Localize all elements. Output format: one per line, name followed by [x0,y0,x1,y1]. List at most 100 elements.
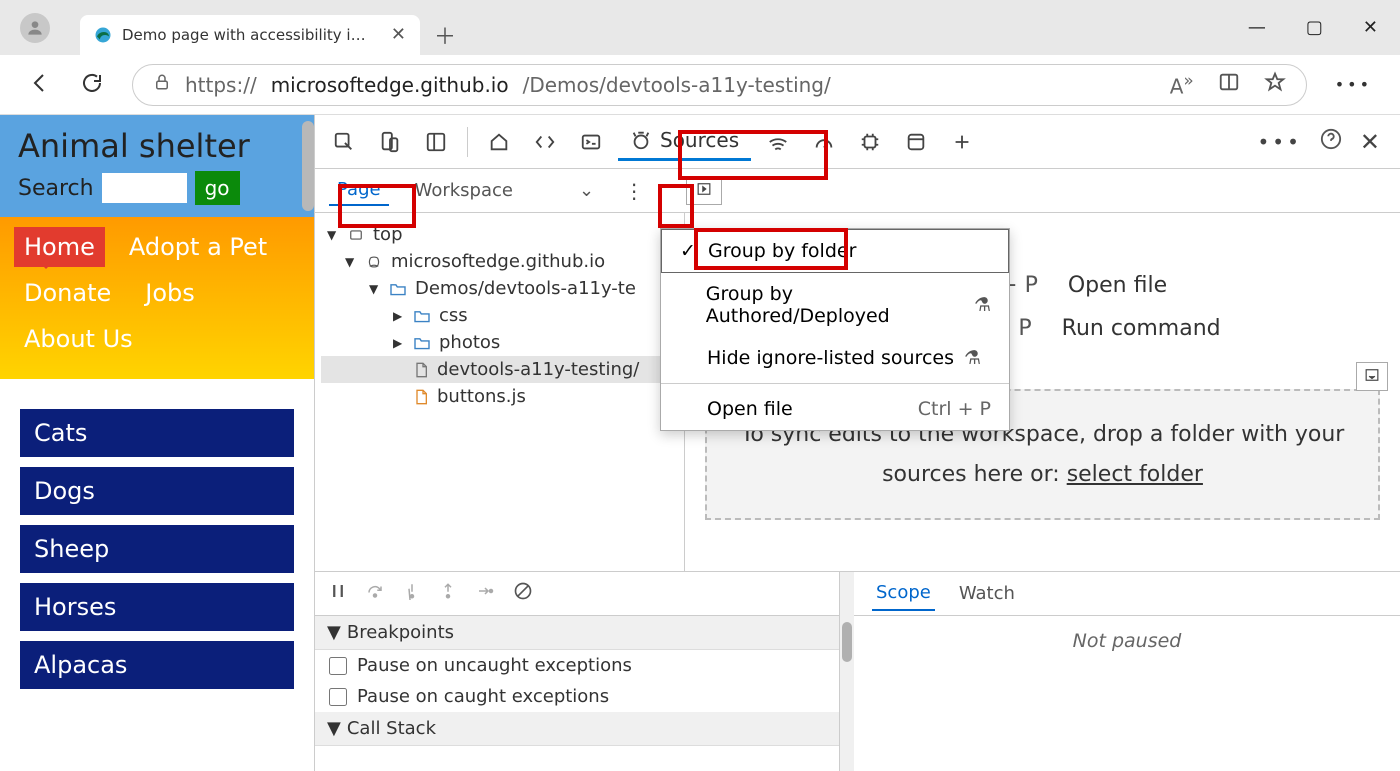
more-options-icon[interactable]: ⋮ [620,175,648,207]
page-tab[interactable]: Page [329,175,389,206]
step-into-icon[interactable] [403,582,421,605]
sources-tab-label: Sources [660,128,739,152]
network-tab-icon[interactable] [759,123,797,161]
tree-top[interactable]: ▼top [321,221,678,248]
lock-icon [153,72,171,97]
ctx-open-file[interactable]: Open fileCtrl + P [661,388,1009,430]
maximize-button[interactable]: ▢ [1306,17,1323,38]
tree-css[interactable]: ▶css [321,302,678,329]
ctx-hide-ignore[interactable]: Hide ignore-listed sources ⚗ [661,337,1009,379]
scrollbar[interactable] [840,572,854,771]
file-tree: ▼top ▼microsoftedge.github.io ▼Demos/dev… [315,213,685,571]
pause-icon[interactable] [329,582,347,605]
debugger-panel: ▼Breakpoints Pause on uncaught exception… [315,571,1400,771]
welcome-tab-icon[interactable] [480,123,518,161]
go-button[interactable]: go [195,171,240,205]
list-item[interactable]: Cats [20,409,294,457]
search-label: Search [18,176,94,201]
deactivate-breakpoints-icon[interactable] [513,581,533,606]
favorite-icon[interactable] [1264,71,1286,98]
site-nav: Home Adopt a Pet Donate Jobs About Us [0,217,314,379]
tree-host[interactable]: ▼microsoftedge.github.io [321,248,678,275]
context-menu: ✓Group by folder Group by Authored/Deplo… [660,228,1010,431]
address-bar[interactable]: https:// microsoftedge.github.io/Demos/de… [132,64,1307,106]
nav-adopt[interactable]: Adopt a Pet [119,227,277,267]
memory-tab-icon[interactable] [851,123,889,161]
tab-close-icon[interactable]: ✕ [391,24,406,45]
elements-tab-icon[interactable] [526,123,564,161]
sources-tab[interactable]: Sources [618,122,751,161]
read-aloud-icon[interactable]: A» [1170,71,1194,99]
page-content: Animal shelter Search go Home Adopt a Pe… [0,115,315,771]
tree-js-file[interactable]: ▶buttons.js [321,383,678,410]
tree-demos[interactable]: ▼Demos/devtools-a11y-te [321,275,678,302]
nav-about[interactable]: About Us [14,319,143,359]
pause-caught-checkbox[interactable]: Pause on caught exceptions [315,681,839,712]
debugger-right: Scope Watch Not paused [854,572,1400,771]
url-path: /Demos/devtools-a11y-testing/ [523,73,831,97]
device-toggle-icon[interactable] [371,123,409,161]
inspect-icon[interactable] [325,123,363,161]
list-item[interactable]: Alpacas [20,641,294,689]
minimize-button[interactable]: — [1248,17,1266,38]
step-out-icon[interactable] [439,582,457,605]
flask-icon: ⚗ [964,347,981,369]
list-item[interactable]: Horses [20,583,294,631]
search-input[interactable] [102,173,187,203]
scope-tab[interactable]: Scope [872,576,935,611]
drawer-toggle-icon[interactable] [1356,362,1388,391]
not-paused-label: Not paused [854,616,1400,666]
hint-open-file: Open file [1068,273,1167,298]
flask-icon: ⚗ [974,294,991,316]
pause-uncaught-checkbox[interactable]: Pause on uncaught exceptions [315,650,839,681]
nav-jobs[interactable]: Jobs [135,273,205,313]
animal-list: Cats Dogs Sheep Horses Alpacas [0,379,314,719]
site-title: Animal shelter [18,127,296,165]
url-domain: microsoftedge.github.io [271,73,509,97]
debugger-controls [315,572,839,616]
console-tab-icon[interactable] [572,123,610,161]
ctx-group-authored[interactable]: Group by Authored/Deployed ⚗ [661,273,1009,337]
browser-titlebar: Demo page with accessibility issu ✕ ＋ — … [0,0,1400,55]
edge-favicon-icon [94,26,112,44]
reload-button[interactable] [80,71,104,99]
select-folder-link[interactable]: select folder [1067,462,1203,487]
scrollbar[interactable] [300,115,316,771]
ctx-group-by-folder[interactable]: ✓Group by folder [661,229,1009,273]
application-tab-icon[interactable] [897,123,935,161]
browser-tab[interactable]: Demo page with accessibility issu ✕ [80,15,420,55]
devtools-toolbar: Sources ••• ✕ [315,115,1400,169]
callstack-header[interactable]: ▼Call Stack [315,712,839,746]
nav-home[interactable]: Home [14,227,105,267]
browser-navbar: https:// microsoftedge.github.io/Demos/de… [0,55,1400,115]
devtools-pane: Sources ••• ✕ Page Workspace ⌄ ⋮ ▼ [315,115,1400,771]
step-icon[interactable] [475,582,495,605]
new-tab-button[interactable]: ＋ [434,19,456,51]
watch-tab[interactable]: Watch [955,577,1019,610]
tree-photos[interactable]: ▶photos [321,329,678,356]
list-item[interactable]: Dogs [20,467,294,515]
hint-run-command: Run command [1062,316,1221,341]
dock-icon[interactable] [417,123,455,161]
toggle-navigator-icon[interactable] [686,176,722,205]
debugger-left: ▼Breakpoints Pause on uncaught exception… [315,572,840,771]
reader-icon[interactable] [1218,71,1240,98]
tree-html-file[interactable]: ▶devtools-a11y-testing/ [321,356,678,383]
nav-donate[interactable]: Donate [14,273,121,313]
settings-more-icon[interactable]: ••• [1335,75,1372,94]
breakpoints-header[interactable]: ▼Breakpoints [315,616,839,650]
help-icon[interactable] [1320,128,1342,155]
close-window-button[interactable]: ✕ [1363,17,1378,38]
back-button[interactable] [28,71,52,99]
step-over-icon[interactable] [365,582,385,605]
more-tabs-icon[interactable] [943,123,981,161]
profile-avatar-icon[interactable] [20,13,50,43]
tab-title: Demo page with accessibility issu [122,26,372,44]
close-devtools-icon[interactable]: ✕ [1360,128,1380,156]
list-item[interactable]: Sheep [20,525,294,573]
workspace-tab[interactable]: Workspace ⌄ [407,176,602,205]
devtools-more-icon[interactable]: ••• [1258,130,1302,154]
url-prefix: https:// [185,73,257,97]
performance-tab-icon[interactable] [805,123,843,161]
sources-subtabs: Page Workspace ⌄ ⋮ [315,169,1400,213]
